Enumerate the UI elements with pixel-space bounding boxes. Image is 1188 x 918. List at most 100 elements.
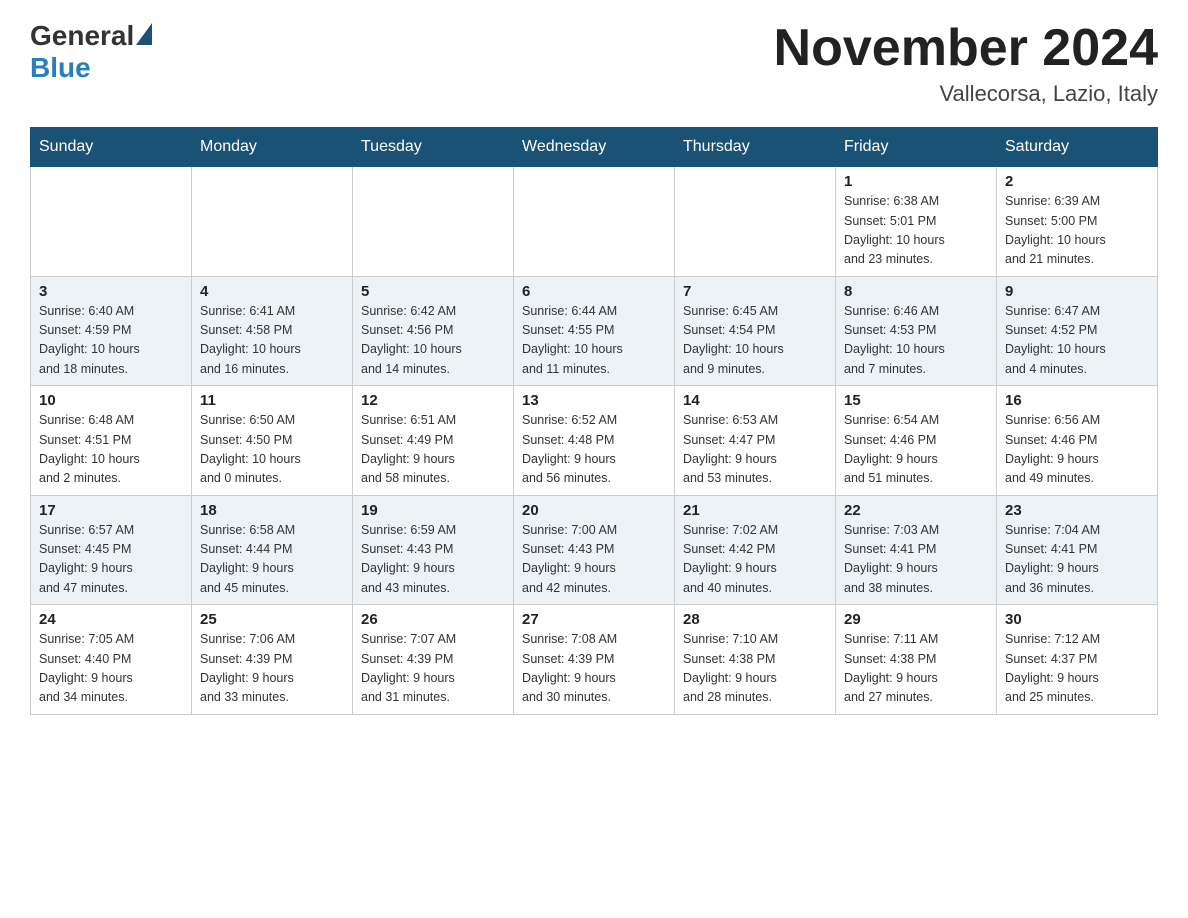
table-row: 20 Sunrise: 7:00 AM Sunset: 4:43 PM Dayli… xyxy=(514,495,675,605)
month-title: November 2024 xyxy=(774,20,1158,77)
day-number: 24 xyxy=(39,611,183,628)
calendar-week-row: 1Sunrise: 6:38 AM Sunset: 5:01 PM Daylig… xyxy=(31,167,1158,277)
day-info: Sunrise: 7:03 AM Sunset: 4:41 PM Dayligh… xyxy=(844,521,988,599)
day-number: 20 xyxy=(522,502,666,519)
day-info: Sunrise: 7:04 AM Sunset: 4:41 PM Dayligh… xyxy=(1005,521,1149,599)
table-row: 12 Sunrise: 6:51 AM Sunset: 4:49 PM Dayli… xyxy=(353,386,514,496)
day-number: 17 xyxy=(39,502,183,519)
table-row: 19 Sunrise: 6:59 AM Sunset: 4:43 PM Dayli… xyxy=(353,495,514,605)
calendar-week-row: 10 Sunrise: 6:48 AM Sunset: 4:51 PM Dayli… xyxy=(31,386,1158,496)
day-number: 5 xyxy=(361,283,505,300)
table-row: 27 Sunrise: 7:08 AM Sunset: 4:39 PM Dayli… xyxy=(514,605,675,715)
table-row: 15 Sunrise: 6:54 AM Sunset: 4:46 PM Dayli… xyxy=(836,386,997,496)
day-info: Sunrise: 6:45 AM Sunset: 4:54 PM Dayligh… xyxy=(683,302,827,380)
day-info: Sunrise: 6:48 AM Sunset: 4:51 PM Dayligh… xyxy=(39,411,183,489)
day-info: Sunrise: 6:38 AM Sunset: 5:01 PM Dayligh… xyxy=(844,192,988,270)
day-number: 15 xyxy=(844,392,988,409)
logo-triangle-icon xyxy=(136,23,152,45)
day-info: Sunrise: 6:53 AM Sunset: 4:47 PM Dayligh… xyxy=(683,411,827,489)
day-info: Sunrise: 6:51 AM Sunset: 4:49 PM Dayligh… xyxy=(361,411,505,489)
table-row: 16 Sunrise: 6:56 AM Sunset: 4:46 PM Dayli… xyxy=(997,386,1158,496)
table-row: 8Sunrise: 6:46 AM Sunset: 4:53 PM Daylig… xyxy=(836,276,997,386)
day-number: 3 xyxy=(39,283,183,300)
day-info: Sunrise: 6:44 AM Sunset: 4:55 PM Dayligh… xyxy=(522,302,666,380)
table-row: 7 Sunrise: 6:45 AM Sunset: 4:54 PM Daylig… xyxy=(675,276,836,386)
day-info: Sunrise: 7:00 AM Sunset: 4:43 PM Dayligh… xyxy=(522,521,666,599)
day-number: 22 xyxy=(844,502,988,519)
table-row xyxy=(353,167,514,277)
day-number: 26 xyxy=(361,611,505,628)
table-row: 24 Sunrise: 7:05 AM Sunset: 4:40 PM Dayli… xyxy=(31,605,192,715)
calendar-week-row: 3Sunrise: 6:40 AM Sunset: 4:59 PM Daylig… xyxy=(31,276,1158,386)
day-number: 8 xyxy=(844,283,988,300)
day-number: 12 xyxy=(361,392,505,409)
logo-general-word: General xyxy=(30,20,134,52)
location-title: Vallecorsa, Lazio, Italy xyxy=(774,81,1158,107)
table-row: 6 Sunrise: 6:44 AM Sunset: 4:55 PM Daylig… xyxy=(514,276,675,386)
title-section: November 2024 Vallecorsa, Lazio, Italy xyxy=(774,20,1158,107)
table-row: 4 Sunrise: 6:41 AM Sunset: 4:58 PM Daylig… xyxy=(192,276,353,386)
day-number: 30 xyxy=(1005,611,1149,628)
table-row xyxy=(514,167,675,277)
logo-blue-text: Blue xyxy=(30,52,91,84)
calendar-header-row: Sunday Monday Tuesday Wednesday Thursday… xyxy=(31,128,1158,167)
day-info: Sunrise: 7:06 AM Sunset: 4:39 PM Dayligh… xyxy=(200,630,344,708)
day-number: 21 xyxy=(683,502,827,519)
table-row: 29Sunrise: 7:11 AM Sunset: 4:38 PM Dayli… xyxy=(836,605,997,715)
day-number: 16 xyxy=(1005,392,1149,409)
day-number: 10 xyxy=(39,392,183,409)
day-info: Sunrise: 6:42 AM Sunset: 4:56 PM Dayligh… xyxy=(361,302,505,380)
day-number: 4 xyxy=(200,283,344,300)
col-friday: Friday xyxy=(836,128,997,167)
day-info: Sunrise: 6:52 AM Sunset: 4:48 PM Dayligh… xyxy=(522,411,666,489)
day-info: Sunrise: 6:39 AM Sunset: 5:00 PM Dayligh… xyxy=(1005,192,1149,270)
page-header: General Blue November 2024 Vallecorsa, L… xyxy=(30,20,1158,107)
logo-general-text: General xyxy=(30,20,152,52)
day-info: Sunrise: 7:08 AM Sunset: 4:39 PM Dayligh… xyxy=(522,630,666,708)
col-tuesday: Tuesday xyxy=(353,128,514,167)
day-number: 19 xyxy=(361,502,505,519)
day-number: 9 xyxy=(1005,283,1149,300)
day-number: 2 xyxy=(1005,173,1149,190)
day-info: Sunrise: 7:05 AM Sunset: 4:40 PM Dayligh… xyxy=(39,630,183,708)
calendar-week-row: 17 Sunrise: 6:57 AM Sunset: 4:45 PM Dayli… xyxy=(31,495,1158,605)
table-row: 22 Sunrise: 7:03 AM Sunset: 4:41 PM Dayli… xyxy=(836,495,997,605)
logo: General Blue xyxy=(30,20,152,84)
table-row: 23 Sunrise: 7:04 AM Sunset: 4:41 PM Dayli… xyxy=(997,495,1158,605)
table-row: 1Sunrise: 6:38 AM Sunset: 5:01 PM Daylig… xyxy=(836,167,997,277)
calendar-week-row: 24 Sunrise: 7:05 AM Sunset: 4:40 PM Dayli… xyxy=(31,605,1158,715)
day-number: 14 xyxy=(683,392,827,409)
day-number: 7 xyxy=(683,283,827,300)
table-row: 21 Sunrise: 7:02 AM Sunset: 4:42 PM Dayli… xyxy=(675,495,836,605)
calendar-table: Sunday Monday Tuesday Wednesday Thursday… xyxy=(30,127,1158,715)
day-info: Sunrise: 6:50 AM Sunset: 4:50 PM Dayligh… xyxy=(200,411,344,489)
day-info: Sunrise: 7:02 AM Sunset: 4:42 PM Dayligh… xyxy=(683,521,827,599)
table-row: 5 Sunrise: 6:42 AM Sunset: 4:56 PM Daylig… xyxy=(353,276,514,386)
day-info: Sunrise: 6:41 AM Sunset: 4:58 PM Dayligh… xyxy=(200,302,344,380)
table-row: 14 Sunrise: 6:53 AM Sunset: 4:47 PM Dayli… xyxy=(675,386,836,496)
table-row: 10 Sunrise: 6:48 AM Sunset: 4:51 PM Dayli… xyxy=(31,386,192,496)
day-info: Sunrise: 6:59 AM Sunset: 4:43 PM Dayligh… xyxy=(361,521,505,599)
day-info: Sunrise: 6:54 AM Sunset: 4:46 PM Dayligh… xyxy=(844,411,988,489)
table-row: 18Sunrise: 6:58 AM Sunset: 4:44 PM Dayli… xyxy=(192,495,353,605)
table-row: 11Sunrise: 6:50 AM Sunset: 4:50 PM Dayli… xyxy=(192,386,353,496)
day-info: Sunrise: 7:07 AM Sunset: 4:39 PM Dayligh… xyxy=(361,630,505,708)
day-info: Sunrise: 6:58 AM Sunset: 4:44 PM Dayligh… xyxy=(200,521,344,599)
day-number: 13 xyxy=(522,392,666,409)
day-number: 28 xyxy=(683,611,827,628)
table-row: 28Sunrise: 7:10 AM Sunset: 4:38 PM Dayli… xyxy=(675,605,836,715)
day-number: 23 xyxy=(1005,502,1149,519)
col-sunday: Sunday xyxy=(31,128,192,167)
day-info: Sunrise: 6:47 AM Sunset: 4:52 PM Dayligh… xyxy=(1005,302,1149,380)
table-row: 2 Sunrise: 6:39 AM Sunset: 5:00 PM Daylig… xyxy=(997,167,1158,277)
day-number: 6 xyxy=(522,283,666,300)
table-row xyxy=(31,167,192,277)
day-number: 27 xyxy=(522,611,666,628)
table-row: 13 Sunrise: 6:52 AM Sunset: 4:48 PM Dayli… xyxy=(514,386,675,496)
day-info: Sunrise: 6:57 AM Sunset: 4:45 PM Dayligh… xyxy=(39,521,183,599)
day-number: 25 xyxy=(200,611,344,628)
table-row xyxy=(675,167,836,277)
day-info: Sunrise: 6:56 AM Sunset: 4:46 PM Dayligh… xyxy=(1005,411,1149,489)
table-row: 9 Sunrise: 6:47 AM Sunset: 4:52 PM Daylig… xyxy=(997,276,1158,386)
day-info: Sunrise: 7:11 AM Sunset: 4:38 PM Dayligh… xyxy=(844,630,988,708)
